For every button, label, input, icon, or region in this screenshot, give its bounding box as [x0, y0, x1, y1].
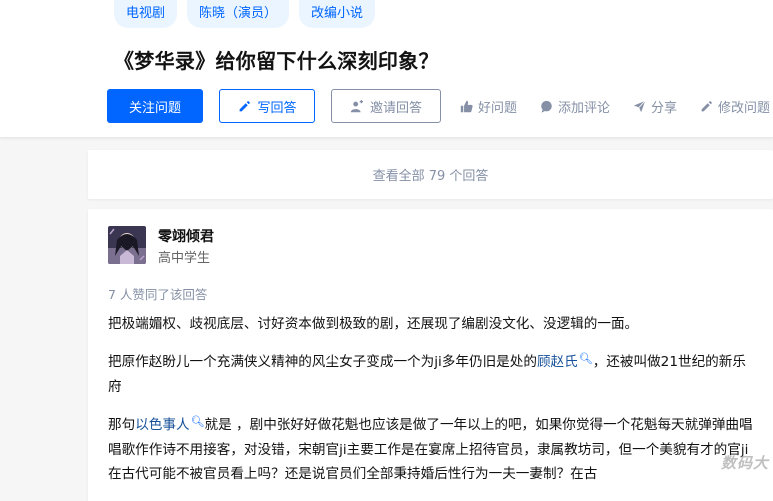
- write-answer-button[interactable]: 写回答: [219, 89, 315, 123]
- watermark: 数码大: [720, 454, 769, 472]
- good-question-button[interactable]: 好问题: [459, 97, 517, 116]
- topic-list: 电视剧 陈晓（演员） 改编小说: [114, 0, 376, 28]
- author-name[interactable]: 零翊倾君: [158, 226, 214, 246]
- question-title: 《梦华录》给你留下什么深刻印象？: [114, 49, 439, 73]
- answer-text: 那句: [108, 417, 136, 433]
- topic-tag[interactable]: 电视剧: [114, 0, 178, 28]
- author-headline: 高中学生: [158, 251, 211, 266]
- invite-answer-button[interactable]: 邀请回答: [331, 89, 441, 123]
- share-label: 分享: [651, 100, 678, 116]
- answer-paragraph: 把原作赵盼儿一个充满侠义精神的风尘女子变成一个为ji多年仍旧是处的顾赵氏🔍︎，还…: [108, 350, 758, 399]
- comment-icon: [539, 99, 553, 113]
- topic-tag[interactable]: 改编小说: [299, 0, 376, 28]
- write-answer-label: 写回答: [257, 100, 297, 116]
- keyword-link[interactable]: 以色事人: [135, 417, 189, 433]
- answer-content: 把极端媚权、歧视底层、讨好资本做到极致的剧，还展现了编剧没文化、没逻辑的一面。 …: [108, 312, 758, 486]
- share-icon: [632, 99, 646, 113]
- pencil-icon: [699, 99, 713, 113]
- good-question-label: 好问题: [478, 100, 518, 116]
- pencil-icon: [237, 99, 251, 113]
- view-all-answers-button[interactable]: 查看全部 79 个回答: [88, 150, 773, 199]
- vote-count: 7 人赞同了该回答: [108, 287, 208, 302]
- invite-answer-label: 邀请回答: [369, 100, 422, 116]
- question-header: 电视剧 陈晓（演员） 改编小说 《梦华录》给你留下什么深刻印象？ 关注问题 写回…: [0, 0, 773, 138]
- author-avatar[interactable]: [108, 226, 146, 264]
- follow-question-label: 关注问题: [128, 100, 181, 116]
- invite-user-icon: [350, 99, 364, 113]
- view-all-answers-label: 查看全部 79 个回答: [372, 169, 489, 184]
- answer-card: 零翊倾君 高中学生 7 人赞同了该回答 把极端媚权、歧视底层、讨好资本做到极致的…: [88, 209, 773, 501]
- answer-paragraph: 那句以色事人🔍︎就是 ，剧中张好好做花魁也应该是做了一年以上的吧，如果你觉得一个…: [108, 413, 758, 486]
- keyword-link[interactable]: 顾赵氏: [537, 354, 578, 370]
- add-comment-label: 添加评论: [558, 100, 611, 116]
- search-icon: 🔍︎: [578, 352, 593, 365]
- question-actions: 关注问题 写回答 邀请回答 好问题 添加评论 分享 修改问题: [107, 89, 770, 123]
- add-comment-button[interactable]: 添加评论: [539, 97, 610, 116]
- follow-question-button[interactable]: 关注问题: [107, 89, 203, 123]
- edit-question-label: 修改问题: [718, 100, 771, 116]
- share-button[interactable]: 分享: [632, 97, 677, 116]
- topic-tag[interactable]: 陈晓（演员）: [187, 0, 290, 28]
- thumbs-up-icon: [459, 99, 473, 113]
- answer-text: 把原作赵盼儿一个充满侠义精神的风尘女子变成一个为ji多年仍旧是处的: [108, 354, 537, 370]
- edit-question-button[interactable]: 修改问题: [699, 97, 770, 116]
- answer-paragraph: 把极端媚权、歧视底层、讨好资本做到极致的剧，还展现了编剧没文化、没逻辑的一面。: [108, 316, 639, 332]
- search-icon: 🔍︎: [190, 415, 205, 428]
